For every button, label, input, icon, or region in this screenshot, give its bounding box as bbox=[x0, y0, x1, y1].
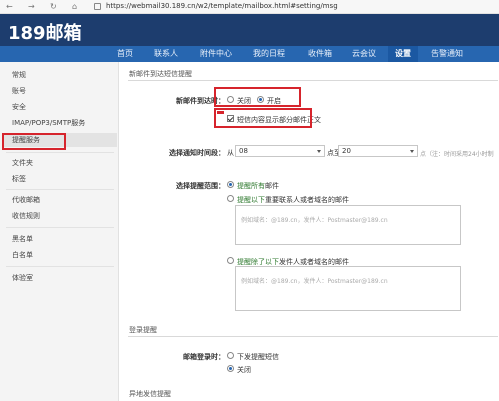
radio-login-off[interactable] bbox=[227, 365, 234, 372]
settings-sidebar: 常规 账号 安全 IMAP/POP3/SMTP服务 提醒服务 文件夹 标签 代收… bbox=[0, 62, 119, 401]
to-hour-select[interactable]: 20 bbox=[338, 145, 418, 157]
nav-attachments[interactable]: 附件中心 bbox=[193, 46, 239, 62]
nav-contacts[interactable]: 联系人 bbox=[146, 46, 186, 62]
radio-login-off-label: 关闭 bbox=[237, 366, 251, 374]
sidebar-item-blacklist[interactable]: 黑名单 bbox=[12, 234, 33, 244]
section-title-remote-send: 异地发信提醒 bbox=[129, 390, 171, 398]
radio-range-all-label: 提醒所有邮件 bbox=[237, 182, 279, 190]
forward-icon[interactable]: → bbox=[28, 2, 35, 11]
reload-icon[interactable]: ↻ bbox=[50, 2, 57, 11]
chevron-down-icon bbox=[317, 150, 321, 153]
radio-login-send[interactable] bbox=[227, 352, 234, 359]
nav-alerts[interactable]: 告警通知 bbox=[424, 46, 470, 62]
to-hour-value: 20 bbox=[342, 147, 351, 155]
section-title-sms: 新邮件到达短信提醒 bbox=[129, 70, 192, 78]
highlight-box-reminder bbox=[2, 133, 66, 150]
nav-meeting[interactable]: 云会议 bbox=[345, 46, 383, 62]
nav-settings[interactable]: 设置 bbox=[388, 46, 418, 62]
sidebar-item-proxy-mailbox[interactable]: 代收邮箱 bbox=[12, 195, 40, 205]
logo: 189邮箱 bbox=[8, 23, 82, 44]
logo-bar: 189邮箱 bbox=[0, 14, 499, 46]
login-label: 邮箱登录时： bbox=[183, 353, 225, 361]
sidebar-item-whitelist[interactable]: 白名单 bbox=[12, 250, 33, 260]
sidebar-item-general[interactable]: 常规 bbox=[12, 70, 26, 80]
nav-home[interactable]: 首页 bbox=[108, 46, 142, 62]
radio-range-all[interactable] bbox=[227, 181, 234, 188]
radio-range-only-label: 提醒以下重要联系人或者域名的邮件 bbox=[237, 196, 349, 204]
nav-inbox[interactable]: 收件箱 bbox=[301, 46, 339, 62]
time-note: 点（注：时间采用24小时制 bbox=[420, 151, 494, 158]
sidebar-item-imap[interactable]: IMAP/POP3/SMTP服务 bbox=[12, 118, 85, 128]
main-nav: 首页 联系人 附件中心 我的日程 收件箱 云会议 设置 告警通知 bbox=[0, 46, 499, 62]
sidebar-divider bbox=[6, 152, 114, 153]
sidebar-item-labels[interactable]: 标签 bbox=[12, 174, 26, 184]
sidebar-divider bbox=[6, 227, 114, 228]
sidebar-item-account[interactable]: 账号 bbox=[12, 86, 26, 96]
radio-range-only[interactable] bbox=[227, 195, 234, 202]
from-text: 从 bbox=[227, 149, 234, 157]
sidebar-item-security[interactable]: 安全 bbox=[12, 102, 26, 112]
settings-main: 新邮件到达短信提醒 新邮件到达时： 关闭 开启 短信内容显示部分邮件正文 选择通… bbox=[120, 62, 499, 401]
browser-address-bar: ← → ↻ ⌂ https://webmail30.189.cn/w2/temp… bbox=[0, 0, 499, 14]
sidebar-divider bbox=[6, 189, 114, 190]
section-title-login: 登录提醒 bbox=[129, 326, 157, 334]
nav-calendar[interactable]: 我的日程 bbox=[246, 46, 292, 62]
chevron-down-icon bbox=[410, 150, 414, 153]
radio-range-except[interactable] bbox=[227, 257, 234, 264]
radio-login-send-label: 下发提醒短信 bbox=[237, 353, 279, 361]
range-label: 选择提醒范围： bbox=[176, 182, 225, 190]
from-hour-select[interactable]: 08 bbox=[235, 145, 325, 157]
sidebar-item-lab[interactable]: 体验室 bbox=[12, 273, 33, 283]
section-divider bbox=[128, 80, 498, 81]
except-contacts-textarea[interactable]: 例如域名：@189.cn，发件人：Postmaster@189.cn bbox=[235, 266, 461, 311]
sidebar-divider bbox=[6, 266, 114, 267]
time-label: 选择通知时间段： bbox=[169, 149, 225, 157]
url-field[interactable]: https://webmail30.189.cn/w2/template/mai… bbox=[106, 2, 338, 10]
sidebar-item-folders[interactable]: 文件夹 bbox=[12, 158, 33, 168]
back-icon[interactable]: ← bbox=[6, 2, 13, 11]
lock-icon bbox=[94, 3, 101, 10]
arrival-label: 新邮件到达时： bbox=[176, 97, 225, 105]
sidebar-item-rules[interactable]: 收信规则 bbox=[12, 211, 40, 221]
only-contacts-textarea[interactable]: 例如域名：@189.cn，发件人：Postmaster@189.cn bbox=[235, 205, 461, 245]
highlight-box-arrival bbox=[214, 87, 301, 107]
from-hour-value: 08 bbox=[239, 147, 248, 155]
section-divider bbox=[128, 336, 498, 337]
home-icon[interactable]: ⌂ bbox=[72, 2, 77, 11]
highlight-box-preview bbox=[214, 108, 312, 128]
